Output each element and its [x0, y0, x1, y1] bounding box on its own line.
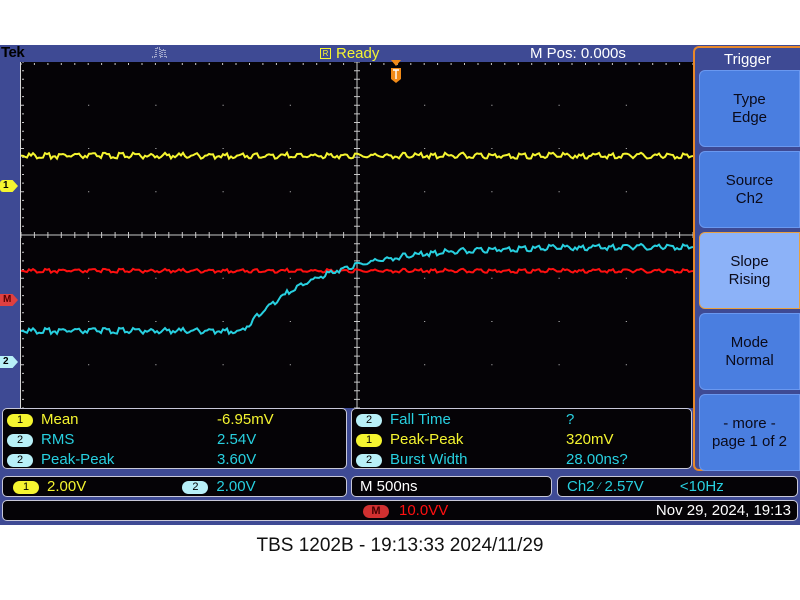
brand-logo: Tek	[1, 44, 25, 61]
top-status-bar: Tek R Ready M Pos: 0.000s	[0, 44, 692, 62]
oscilloscope-display: Tek R Ready M Pos: 0.000s 1 M 2 Trigger T…	[0, 44, 800, 525]
ch2-ground-marker[interactable]: 2	[0, 356, 18, 368]
measurement-panel-left: 1 Mean -6.95mV 2 RMS 2.54V 2 Peak-Peak 3.60V	[2, 408, 347, 469]
button-value: Rising	[728, 270, 771, 288]
button-label: - more -	[723, 414, 776, 432]
trigger-side-menu: Trigger Type Edge Source Ch2 Slope Rising M…	[693, 46, 800, 471]
button-value: Normal	[725, 351, 774, 369]
ch2-scale: 2.00V	[216, 478, 256, 495]
measurement-value: ?	[566, 411, 575, 428]
measurement-label: Mean	[41, 411, 79, 428]
measurement-row: 1 Peak-Peak 320mV	[356, 430, 695, 450]
measurement-row: 2 Peak-Peak 3.60V	[7, 450, 350, 470]
trigger-status-box[interactable]: Ch2 ∕ 2.57V <10Hz	[557, 476, 798, 497]
timebase-value: M 500ns	[360, 478, 418, 495]
trigger-frequency: <10Hz	[679, 478, 724, 495]
pulse-waveform-icon	[152, 47, 168, 58]
math-badge: M	[363, 505, 389, 518]
math-ground-marker[interactable]: M	[0, 294, 18, 306]
waveform-graticule	[20, 62, 693, 408]
measurement-value: -6.95mV	[217, 411, 274, 428]
measurement-panel-right: 2 Fall Time? 1 Peak-Peak 320mV 2 Burst Width…	[351, 408, 692, 469]
vertical-scale-box[interactable]: 1 2.00V 2 2.00V	[2, 476, 347, 497]
ch1-badge: 1	[13, 481, 39, 494]
channel-badge: 2	[7, 434, 33, 447]
trigger-mode-button[interactable]: Mode Normal	[699, 313, 800, 390]
status-text: Ready	[336, 45, 380, 62]
math-datetime-bar: M 10.0VV Nov 29, 2024, 19:13	[2, 500, 798, 521]
rising-edge-icon: ∕	[598, 481, 601, 492]
graticule-svg	[21, 62, 693, 408]
button-label: Source	[725, 171, 774, 189]
more-page-button[interactable]: - more - page 1 of 2	[699, 394, 800, 471]
channel-badge: 2	[356, 414, 382, 427]
measurement-label: Burst Width	[390, 451, 468, 468]
channel-badge: 1	[356, 434, 382, 447]
math-scale: 10.0VV	[399, 502, 449, 519]
channel-badge: 1	[7, 414, 33, 427]
timebase-box[interactable]: M 500ns	[351, 476, 552, 497]
measurement-label: Fall Time	[390, 411, 451, 428]
measurement-row: 1 Mean -6.95mV	[7, 410, 350, 430]
measurement-label: Peak-Peak	[41, 451, 115, 468]
ch1-scale: 2.00V	[47, 478, 87, 495]
trigger-level: 2.57V	[604, 478, 644, 495]
measurement-label: RMS	[41, 431, 75, 448]
button-value: Ch2	[735, 189, 764, 207]
channel-badge: 2	[7, 454, 33, 467]
screenshot-caption: TBS 1202B - 19:13:33 2024/11/29	[256, 535, 544, 556]
ch1-ground-marker[interactable]: 1	[0, 180, 18, 192]
measurement-value: 2.54V	[217, 431, 257, 448]
menu-title: Trigger	[724, 51, 771, 68]
measurement-label: Peak-Peak	[390, 431, 464, 448]
measurement-row: 2 Burst Width 28.00ns?	[356, 450, 695, 470]
button-label: Slope	[730, 252, 769, 270]
trigger-source: Ch2	[567, 478, 595, 495]
trigger-position-icon[interactable]	[389, 60, 403, 84]
trigger-type-button[interactable]: Type Edge	[699, 70, 800, 147]
button-value: Edge	[731, 108, 768, 126]
ch2-badge: 2	[182, 481, 209, 494]
trigger-source-button[interactable]: Source Ch2	[699, 151, 800, 228]
button-label: Type	[733, 90, 766, 108]
measurement-value: 3.60V	[217, 451, 257, 468]
measurement-value: 28.00ns?	[566, 451, 628, 468]
button-label: Mode	[730, 333, 769, 351]
measurement-row: 2 Fall Time?	[356, 410, 695, 430]
measurement-value: 320mV	[566, 431, 614, 448]
acquisition-status: R Ready	[320, 45, 379, 62]
measurement-row: 2 RMS 2.54V	[7, 430, 350, 450]
trigger-slope-button[interactable]: Slope Rising	[699, 232, 800, 309]
run-status-icon: R	[320, 48, 331, 59]
button-value: page 1 of 2	[711, 432, 788, 450]
horizontal-position: M Pos: 0.000s	[530, 45, 626, 62]
channel-badge: 2	[356, 454, 382, 467]
datetime: Nov 29, 2024, 19:13	[655, 502, 791, 519]
